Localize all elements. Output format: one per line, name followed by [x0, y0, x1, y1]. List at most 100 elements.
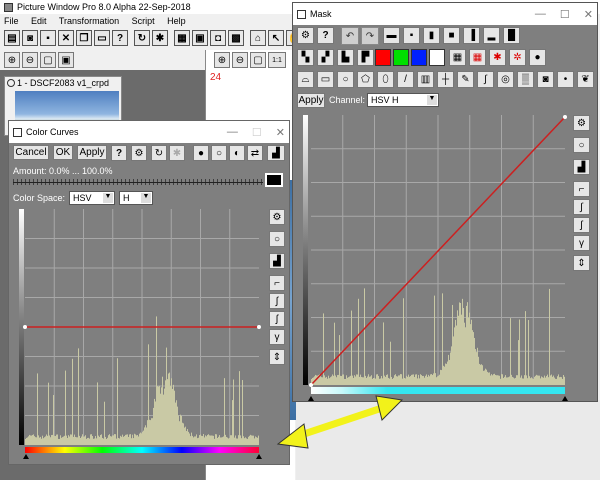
mask-mode-3-icon[interactable]: ▙ — [337, 49, 354, 66]
run-icon[interactable]: ✱ — [152, 30, 168, 46]
cancel-button[interactable]: Cancel — [13, 145, 49, 160]
doc-close-icon[interactable] — [7, 79, 15, 87]
gradient-tool-icon[interactable]: ▥ — [417, 71, 434, 88]
grid-icon[interactable]: ▦ — [174, 30, 190, 46]
frame-icon[interactable]: ▣ — [192, 30, 208, 46]
mask-graph[interactable] — [299, 113, 569, 401]
ok-button[interactable]: OK — [53, 145, 73, 160]
dot-icon[interactable]: • — [557, 71, 574, 88]
mask-mode-4-icon[interactable]: ▛ — [357, 49, 374, 66]
maximize-icon[interactable]: ☐ — [560, 8, 570, 21]
color-red-swatch[interactable] — [375, 49, 391, 66]
menu-transformation[interactable]: Transformation — [59, 16, 119, 26]
save-icon[interactable]: ▪ — [40, 30, 56, 46]
refresh-icon[interactable]: ↻ — [151, 145, 167, 161]
brush-tool-icon[interactable]: / — [397, 71, 414, 88]
new-icon[interactable]: ▤ — [4, 30, 20, 46]
curve-tool-icon[interactable]: ∫ — [477, 71, 494, 88]
bar-solid-icon[interactable]: █ — [503, 27, 520, 44]
curves-graph[interactable] — [15, 209, 265, 459]
help-button[interactable]: ? — [317, 27, 334, 44]
star-red-icon[interactable]: ✱ — [489, 49, 506, 66]
ellipse-tool-icon[interactable]: ○ — [337, 71, 354, 88]
eyedropper-icon[interactable]: ✎ — [457, 71, 474, 88]
histogram-tool-icon[interactable]: ▟ — [573, 159, 590, 175]
mask-point-end[interactable] — [563, 115, 567, 119]
mask-point-start[interactable] — [309, 383, 313, 387]
menu-script[interactable]: Script — [132, 16, 155, 26]
zoom-out-button-2[interactable]: ⊖ — [232, 52, 248, 68]
mask-channel-select[interactable]: HSV H ▼ — [367, 93, 439, 107]
maximize-icon[interactable]: ☐ — [252, 126, 262, 139]
circle-half-icon[interactable]: ◐ — [229, 145, 245, 161]
circle-light-icon[interactable]: ○ — [211, 145, 227, 161]
vignette-icon[interactable]: ◙ — [537, 71, 554, 88]
target-icon[interactable]: ◎ — [497, 71, 514, 88]
checker-red-icon[interactable]: ▦ — [469, 49, 486, 66]
zoom-fit-button-2[interactable]: ▢ — [250, 52, 266, 68]
settings-icon[interactable]: ⚙ — [297, 27, 314, 44]
run-icon[interactable]: ✱ — [169, 145, 185, 161]
help-button[interactable]: ? — [111, 145, 127, 161]
shape-icon[interactable]: ❦ — [577, 71, 594, 88]
zoom-fit-button[interactable]: ▢ — [40, 52, 56, 68]
color-white-swatch[interactable] — [429, 49, 445, 66]
line-tool-icon[interactable]: ┼ — [437, 71, 454, 88]
image-icon[interactable]: ▩ — [228, 30, 244, 46]
freehand-tool-icon[interactable]: ⬯ — [377, 71, 394, 88]
swap-icon[interactable]: ⇄ — [247, 145, 263, 161]
bar-right-icon[interactable]: ▮ — [423, 27, 440, 44]
lasso-icon[interactable]: ⌓ — [297, 71, 314, 88]
circle-tool-icon[interactable]: ○ — [573, 137, 590, 153]
rect-tool-icon[interactable]: ▭ — [317, 71, 334, 88]
help-icon[interactable]: ? — [112, 30, 128, 46]
open-icon[interactable]: ◙ — [22, 30, 38, 46]
zoom-in-button-2[interactable]: ⊕ — [214, 52, 230, 68]
step-curve-icon[interactable]: ⌐ — [269, 275, 285, 291]
color-green-swatch[interactable] — [393, 49, 409, 66]
step-curve-icon[interactable]: ⌐ — [573, 181, 590, 197]
menu-help[interactable]: Help — [167, 16, 186, 26]
mask-apply-button[interactable]: Apply — [297, 93, 325, 108]
zoom-image-button[interactable]: ▣ — [58, 52, 74, 68]
refresh-icon[interactable]: ↻ — [134, 30, 150, 46]
bar-wide-icon[interactable]: ■ — [443, 27, 460, 44]
color-space-select[interactable]: HSV ▼ — [69, 191, 115, 205]
settings-tool-icon[interactable]: ⚙ — [573, 115, 590, 131]
circle-dark-icon[interactable]: ● — [193, 145, 209, 161]
undo-icon[interactable]: ↶ — [341, 27, 359, 45]
zoom-in-button[interactable]: ⊕ — [4, 52, 20, 68]
zoom-out-button[interactable]: ⊖ — [22, 52, 38, 68]
close-icon[interactable]: ✕ — [58, 30, 74, 46]
zoom-11-button[interactable]: 1:1 — [268, 52, 286, 68]
circle-tool-icon[interactable]: ○ — [269, 231, 285, 247]
mouse-icon[interactable]: ⌂ — [250, 30, 266, 46]
menu-file[interactable]: File — [4, 16, 19, 26]
s-curve-icon[interactable]: ʃ — [269, 311, 285, 327]
menu-edit[interactable]: Edit — [31, 16, 47, 26]
gamma-icon[interactable]: γ — [269, 329, 285, 345]
up-down-icon[interactable]: ⇕ — [269, 349, 285, 365]
minimize-icon[interactable]: — — [535, 8, 546, 20]
paste-icon[interactable]: ▭ — [94, 30, 110, 46]
pattern-icon[interactable]: ▒ — [517, 71, 534, 88]
bar-bottom-icon[interactable]: ▂ — [483, 27, 500, 44]
s-curve-icon[interactable]: ʃ — [573, 217, 590, 233]
star-red-2-icon[interactable]: ✲ — [509, 49, 526, 66]
bar-thin-icon[interactable]: ▬ — [383, 27, 400, 44]
bar-left-icon[interactable]: ▐ — [463, 27, 480, 44]
copy-icon[interactable]: ❐ — [76, 30, 92, 46]
bar-box-icon[interactable]: ▪ — [403, 27, 420, 44]
close-icon[interactable]: ✕ — [276, 126, 285, 139]
mask-mode-2-icon[interactable]: ▞ — [317, 49, 334, 66]
checker-icon[interactable]: ▦ — [449, 49, 466, 66]
histogram-tool-icon[interactable]: ▟ — [269, 253, 285, 269]
minimize-icon[interactable]: — — [227, 126, 238, 138]
curve-point-start[interactable] — [23, 325, 27, 329]
amount-slider[interactable] — [13, 177, 263, 189]
box-icon[interactable]: ◘ — [210, 30, 226, 46]
circle-dark-icon[interactable]: ● — [529, 49, 546, 66]
polygon-tool-icon[interactable]: ⬠ — [357, 71, 374, 88]
histogram-icon[interactable]: ▟ — [267, 145, 285, 161]
mask-mode-1-icon[interactable]: ▚ — [297, 49, 314, 66]
